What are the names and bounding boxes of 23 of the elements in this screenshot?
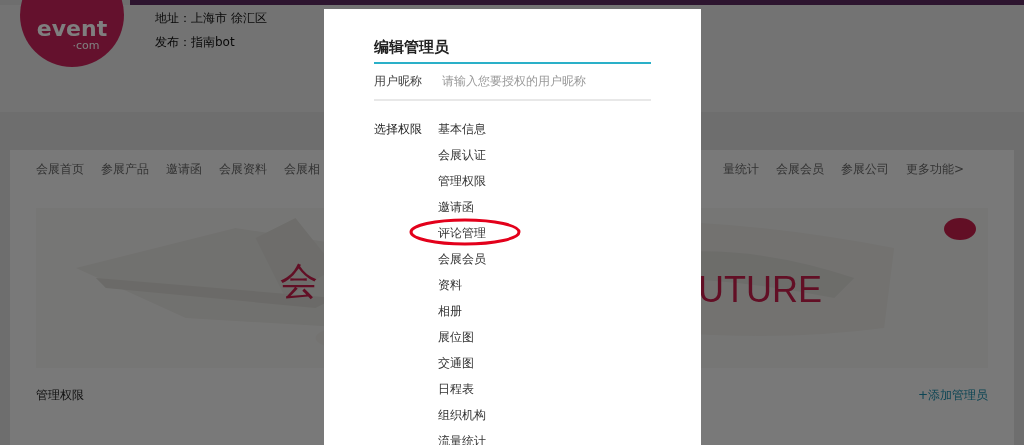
permission-item[interactable]: 交通图 [438,353,474,372]
permission-item[interactable]: 组织机构 [438,405,486,424]
permission-item[interactable]: 邀请函 [438,197,474,216]
dialog-title: 编辑管理员 [374,38,449,56]
nickname-field[interactable]: 请输入您要授权的用户昵称 [442,72,651,90]
logo-subtext: ·com [72,40,100,51]
permission-item[interactable]: 管理权限 [438,171,486,190]
publisher-text: 发布：指南bot [155,34,236,51]
permission-item[interactable]: 会展认证 [438,145,486,164]
permission-item[interactable]: 展位图 [438,327,474,346]
permission-item[interactable]: 相册 [438,301,462,320]
permissions-label: 选择权限 [374,120,423,138]
address-text: 地址：上海市 徐汇区 [155,10,267,27]
banner-text: 会 [280,262,318,300]
permission-item[interactable]: 资料 [438,275,462,294]
section-title: 管理权限 [36,387,84,404]
logo-text: event [36,18,108,40]
permission-item[interactable]: 日程表 [438,379,474,398]
permission-item[interactable]: 基本信息 [438,119,486,138]
permission-item[interactable]: 会展会员 [438,249,486,268]
nickname-label: 用户昵称 [374,73,423,90]
logo-icon [944,218,976,240]
banner-text: UTURE [698,272,822,308]
